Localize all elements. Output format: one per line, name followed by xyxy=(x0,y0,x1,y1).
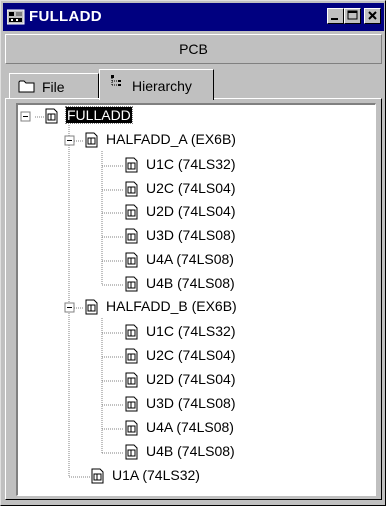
tree-node-label: U3D (74LS08) xyxy=(146,227,236,243)
tree-node-label: U2D (74LS04) xyxy=(146,371,236,387)
schematic-app-icon xyxy=(6,9,25,25)
part-icon xyxy=(90,468,106,487)
tree-node-label: U2D (74LS04) xyxy=(146,203,236,219)
part-icon xyxy=(124,204,140,223)
part-icon xyxy=(124,181,140,200)
part-icon xyxy=(124,420,140,439)
title-bar[interactable]: FULLADD xyxy=(3,3,384,31)
schematic-sheet-icon xyxy=(44,108,60,127)
folder-icon xyxy=(18,79,36,96)
hierarchy-panel: FULLADD HALFADD_A (EX6B) U1C (74LS32) U2… xyxy=(5,98,382,500)
maximize-icon xyxy=(347,10,358,20)
hierarchy-icon xyxy=(110,74,128,93)
part-icon xyxy=(124,157,140,176)
tree-node-label: U2C (74LS04) xyxy=(146,347,236,363)
fulladd-window: FULLADD PCB File Hierarchy FULLADD HALFA… xyxy=(0,0,386,506)
schematic-sheet-icon xyxy=(84,299,100,318)
tree-node-label: U1C (74LS32) xyxy=(146,323,236,339)
minimize-icon xyxy=(331,18,338,20)
schematic-sheet-icon xyxy=(84,132,100,151)
tree-node-label: U4A (74LS08) xyxy=(146,251,234,267)
tree-node-label: FULLADD xyxy=(65,106,133,124)
window-title: FULLADD xyxy=(29,8,102,25)
close-icon xyxy=(368,11,377,20)
maximize-button[interactable] xyxy=(344,8,361,24)
tree-node-label: U4B (74LS08) xyxy=(146,443,235,459)
tab-hierarchy[interactable]: Hierarchy xyxy=(99,69,214,100)
part-icon xyxy=(124,324,140,343)
part-icon xyxy=(124,372,140,391)
tree-node-label: U1A (74LS32) xyxy=(112,467,200,483)
tree-node-label: U1C (74LS32) xyxy=(146,156,236,172)
tree-node-label: HALFADD_B (EX6B) xyxy=(106,298,237,314)
part-icon xyxy=(124,348,140,367)
part-icon xyxy=(124,252,140,271)
part-icon xyxy=(124,228,140,247)
tab-strip: File Hierarchy xyxy=(5,67,382,100)
tab-file[interactable]: File xyxy=(9,73,99,99)
minimize-button[interactable] xyxy=(327,8,344,24)
tree-node-label: HALFADD_A (EX6B) xyxy=(106,131,236,147)
tree-node-label: U4B (74LS08) xyxy=(146,275,235,291)
part-icon xyxy=(124,444,140,463)
tree-node-label: U3D (74LS08) xyxy=(146,395,236,411)
tab-hierarchy-label: Hierarchy xyxy=(132,78,192,94)
close-button[interactable] xyxy=(364,8,381,24)
part-icon xyxy=(124,396,140,415)
tab-file-label: File xyxy=(42,79,65,95)
tree-node-label: U2C (74LS04) xyxy=(146,180,236,196)
hierarchy-tree[interactable]: FULLADD HALFADD_A (EX6B) U1C (74LS32) U2… xyxy=(16,103,376,496)
pcb-header-button[interactable]: PCB xyxy=(5,34,382,64)
tree-node-label: U4A (74LS08) xyxy=(146,419,234,435)
part-icon xyxy=(124,276,140,295)
